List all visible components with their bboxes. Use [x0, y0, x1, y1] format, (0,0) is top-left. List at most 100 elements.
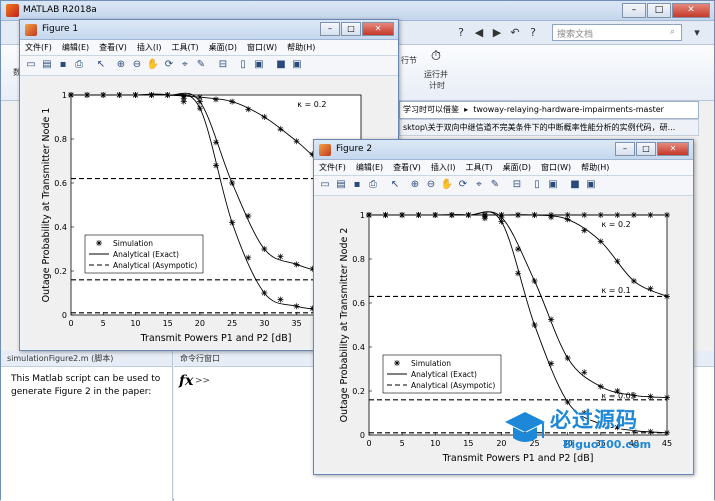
x-tick-label: 35 — [291, 319, 301, 328]
new-figure-icon[interactable]: ▭ — [318, 178, 332, 192]
brush-icon[interactable]: ✎ — [194, 58, 208, 72]
figure-1-menubar: 文件(F) 编辑(E) 查看(V) 插入(I) 工具(T) 桌面(D) 窗口(W) 帮助(H) — [20, 40, 398, 56]
figure-1-minimize-button[interactable]: – — [320, 22, 340, 36]
link-icon[interactable]: ⊟ — [510, 178, 524, 192]
figure-2-title-bar: Figure 2 – □ ✕ — [314, 140, 693, 160]
simulation-marker — [581, 212, 588, 218]
figure-2-close-button[interactable]: ✕ — [657, 142, 689, 156]
run-and-time-icon[interactable]: ⏱ — [426, 49, 446, 67]
fx-icon[interactable]: fx — [179, 373, 193, 389]
close-button[interactable]: ✕ — [672, 3, 710, 18]
minimize-button[interactable]: – — [622, 3, 646, 18]
menu-insert[interactable]: 插入(I) — [426, 160, 461, 175]
y-tick-label: 0.6 — [54, 179, 67, 188]
menu-help[interactable]: 帮助(H) — [282, 40, 320, 55]
command-prompt[interactable]: >> — [195, 376, 210, 386]
colorbar-icon[interactable]: ▯ — [236, 58, 250, 72]
menu-tools[interactable]: 工具(T) — [166, 40, 203, 55]
new-figure-icon[interactable]: ▭ — [24, 58, 38, 72]
simulation-marker — [614, 212, 621, 218]
print-icon[interactable]: ⎙ — [366, 178, 380, 192]
figure-1-maximize-button[interactable]: □ — [341, 22, 361, 36]
figure-2-title: Figure 2 — [336, 144, 373, 154]
menu-file[interactable]: 文件(F) — [314, 160, 351, 175]
save-icon[interactable]: ▪ — [56, 58, 70, 72]
search-documentation-input[interactable]: 搜索文档 ⌕ — [552, 24, 682, 41]
simulation-marker — [84, 92, 91, 98]
legend-icon[interactable]: ▣ — [546, 178, 560, 192]
figure-2-maximize-button[interactable]: □ — [636, 142, 656, 156]
pan-icon[interactable]: ✋ — [146, 58, 160, 72]
help-icon[interactable]: ? — [453, 25, 469, 41]
current-folder-bar[interactable]: 学习时可以借鉴 ▸ twoway-relaying-hardware-impai… — [399, 101, 699, 119]
menu-help[interactable]: 帮助(H) — [576, 160, 614, 175]
menu-insert[interactable]: 插入(I) — [132, 40, 167, 55]
print-icon[interactable]: ⎙ — [72, 58, 86, 72]
simulation-marker — [664, 293, 670, 300]
figure-2-menubar: 文件(F) 编辑(E) 查看(V) 插入(I) 工具(T) 桌面(D) 窗口(W) 帮助(H) — [314, 160, 693, 176]
link-icon[interactable]: ⊟ — [216, 58, 230, 72]
pointer-icon[interactable]: ↖ — [388, 178, 402, 192]
maximize-button[interactable]: □ — [647, 3, 671, 18]
run-and-time-label-2[interactable]: 计时 — [429, 80, 445, 91]
rotate-icon[interactable]: ⟳ — [456, 178, 470, 192]
search-icon[interactable]: ⌕ — [666, 26, 679, 39]
menu-file[interactable]: 文件(F) — [20, 40, 57, 55]
dock-icon[interactable]: ▣ — [584, 178, 598, 192]
zoom-out-icon[interactable]: ⊖ — [130, 58, 144, 72]
simulation-marker — [245, 254, 252, 261]
menu-desktop[interactable]: 桌面(D) — [204, 40, 242, 55]
back-icon[interactable]: ◀ — [471, 25, 487, 41]
menu-window[interactable]: 窗口(W) — [242, 40, 282, 55]
menu-edit[interactable]: 编辑(E) — [57, 40, 94, 55]
notification-icon[interactable]: ▾ — [689, 25, 705, 41]
simulation-marker — [277, 253, 284, 260]
data-cursor-icon[interactable]: ⌖ — [472, 178, 486, 192]
open-icon[interactable]: ▤ — [40, 58, 54, 72]
pointer-icon[interactable]: ↖ — [94, 58, 108, 72]
repo-crumb[interactable]: twoway-relaying-hardware-impairments-mas… — [473, 105, 664, 114]
forward-icon[interactable]: ▶ — [489, 25, 505, 41]
watermark-url: Biguo100.com — [563, 438, 652, 451]
x-tick-label: 30 — [259, 319, 269, 328]
hide-tools-icon[interactable]: ■ — [274, 58, 288, 72]
pan-icon[interactable]: ✋ — [440, 178, 454, 192]
zoom-in-icon[interactable]: ⊕ — [114, 58, 128, 72]
zoom-in-icon[interactable]: ⊕ — [408, 178, 422, 192]
figure-1-close-button[interactable]: ✕ — [362, 22, 394, 36]
open-icon[interactable]: ▤ — [334, 178, 348, 192]
menu-edit[interactable]: 编辑(E) — [351, 160, 388, 175]
zoom-out-icon[interactable]: ⊖ — [424, 178, 438, 192]
legend-icon[interactable]: ▣ — [252, 58, 266, 72]
folder-crumb[interactable]: 学习时可以借鉴 — [403, 105, 459, 114]
y-tick-label: 0.8 — [352, 255, 365, 264]
dock-icon[interactable]: ▣ — [290, 58, 304, 72]
path-display[interactable]: sktop\关于双向中继信道不完美条件下的中断概率性能分析的实例代码，研... — [399, 119, 699, 136]
undo-icon[interactable]: ↶ — [507, 25, 523, 41]
simulation-marker — [293, 261, 300, 268]
hide-tools-icon[interactable]: ■ — [568, 178, 582, 192]
menu-desktop[interactable]: 桌面(D) — [498, 160, 536, 175]
colorbar-icon[interactable]: ▯ — [530, 178, 544, 192]
figure-2-minimize-button[interactable]: – — [615, 142, 635, 156]
simulation-marker — [68, 92, 74, 98]
brush-icon[interactable]: ✎ — [488, 178, 502, 192]
simulation-marker — [465, 212, 472, 218]
menu-view[interactable]: 查看(V) — [94, 40, 132, 55]
details-header: simulationFigure2.m (脚本) — [1, 351, 172, 367]
menu-tools[interactable]: 工具(T) — [460, 160, 497, 175]
simulation-marker — [597, 212, 604, 218]
simulation-marker — [382, 212, 389, 218]
simulation-marker — [132, 92, 139, 98]
menu-window[interactable]: 窗口(W) — [536, 160, 576, 175]
y-tick-label: 0 — [360, 431, 365, 440]
menu-view[interactable]: 查看(V) — [388, 160, 426, 175]
y-tick-label: 0.6 — [352, 299, 365, 308]
help-circle-icon[interactable]: ? — [525, 25, 541, 41]
data-cursor-icon[interactable]: ⌖ — [178, 58, 192, 72]
figure-icon — [25, 24, 37, 36]
run-and-time-label-1[interactable]: 运行并 — [424, 69, 448, 80]
simulation-marker — [277, 296, 284, 303]
rotate-icon[interactable]: ⟳ — [162, 58, 176, 72]
save-icon[interactable]: ▪ — [350, 178, 364, 192]
